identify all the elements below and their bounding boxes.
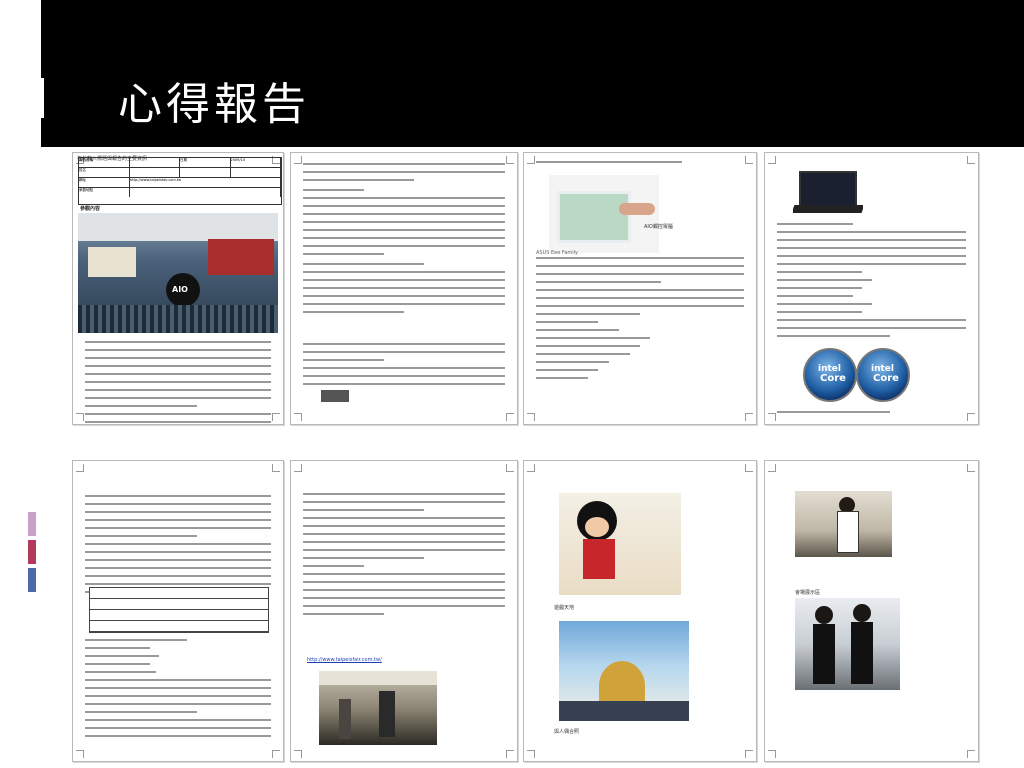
spec-table <box>89 587 269 633</box>
intel-core-i7-logo: intel Core <box>803 348 857 402</box>
promo-models-photo <box>795 598 900 690</box>
exhibit-booth-photo <box>559 621 689 721</box>
mascot-photo <box>559 493 681 595</box>
aio-computer-photo <box>549 175 659 253</box>
document-page-5[interactable] <box>72 460 284 762</box>
document-page-6[interactable]: http://www.taipeisfair.com.tw/ <box>290 460 518 762</box>
document-page-8[interactable]: 會場展示區 <box>764 460 979 762</box>
report-info-table: 報告名稱 日期 2009/10 姓名 網址 http://www.taipeisfai… <box>78 157 282 205</box>
event-photo <box>319 671 437 745</box>
document-page-2[interactable] <box>290 152 518 425</box>
page-link[interactable]: http://www.taipeisfair.com.tw/ <box>307 657 382 663</box>
document-page-3[interactable]: AIO觸控電腦 ASUS Eee Family <box>523 152 757 425</box>
title-bars-decoration <box>22 78 44 118</box>
section-title: 參觀內容 <box>80 206 101 212</box>
thumbnail-image <box>321 390 349 402</box>
booth-staff-photo <box>795 491 892 557</box>
document-page-4[interactable]: intel Core intel Core <box>764 152 979 425</box>
laptop-photo <box>793 167 863 217</box>
slide-title: 心得報告 <box>118 79 310 130</box>
intel-core-i7-logo: intel Core <box>856 348 910 402</box>
side-color-bars <box>28 512 36 596</box>
document-page-1[interactable]: 在此輸入標題與報告的主要資訊 報告名稱 日期 2009/10 姓名 網址 http:/… <box>72 152 284 425</box>
document-page-7[interactable]: 遊戲天地 與人偶合照 <box>523 460 757 762</box>
expo-photo: AIO <box>78 213 278 333</box>
